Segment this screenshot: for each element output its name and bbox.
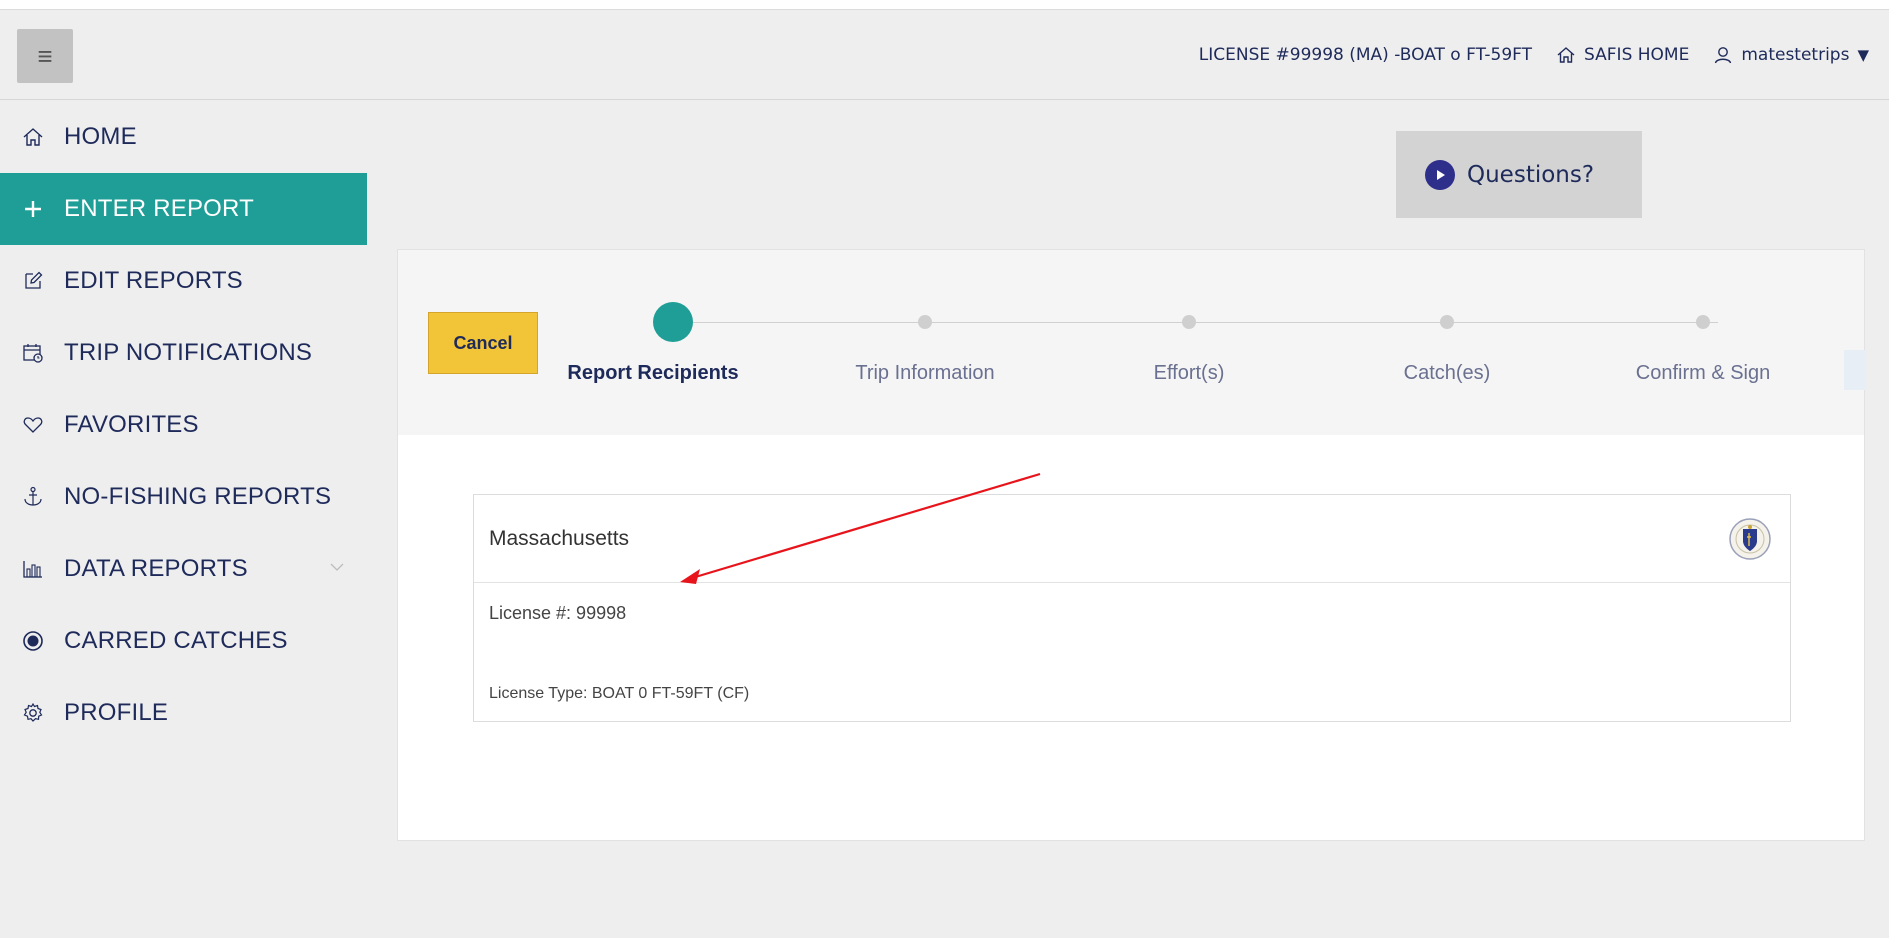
sidebar-item-no-fishing-reports[interactable]: NO-FISHING REPORTS [0, 461, 367, 533]
step-dot-trip-information[interactable] [918, 315, 932, 329]
step-dot-report-recipients[interactable] [653, 302, 693, 342]
sidebar-item-enter-report[interactable]: ENTER REPORT [0, 173, 367, 245]
anchor-icon [22, 486, 44, 508]
step-dot-confirm-sign[interactable] [1696, 315, 1710, 329]
report-panel: Cancel Report Recipients Trip Informatio… [397, 249, 1866, 841]
sidebar-item-home[interactable]: HOME [0, 101, 367, 173]
radio-dot-icon [22, 630, 44, 652]
home-icon [22, 126, 44, 148]
scroll-indicator[interactable] [1844, 350, 1866, 390]
hamburger-icon: ≡ [37, 41, 53, 71]
calendar-clock-icon [22, 342, 44, 364]
sidebar-item-label: HOME [64, 123, 137, 150]
recipient-state: Massachusetts [489, 526, 630, 550]
sidebar-item-trip-notifications[interactable]: TRIP NOTIFICATIONS [0, 317, 367, 389]
recipient-license-type: License Type: BOAT 0 FT-59FT (CF) [489, 685, 750, 702]
step-dot-catches[interactable] [1440, 315, 1454, 329]
questions-button[interactable]: Questions? [1396, 131, 1642, 218]
step-label-efforts[interactable]: Effort(s) [1154, 362, 1225, 385]
user-icon [1715, 47, 1732, 64]
recipient-card[interactable]: Massachusetts License #: 99998 License T… [473, 494, 1791, 722]
username-label: matestetrips [1741, 45, 1850, 65]
step-label-trip-information[interactable]: Trip Information [855, 362, 994, 385]
header-right: LICENSE #99998 (MA) -BOAT o FT-59FT SAFI… [1199, 10, 1869, 100]
dropdown-caret-icon: ▼ [1857, 46, 1869, 64]
heart-icon [22, 414, 44, 436]
safis-home-label: SAFIS HOME [1584, 45, 1690, 65]
sidebar-item-edit-reports[interactable]: EDIT REPORTS [0, 245, 367, 317]
menu-toggle-button[interactable]: ≡ [17, 29, 73, 83]
sidebar-item-label: FAVORITES [64, 411, 199, 438]
sidebar-item-label: PROFILE [64, 699, 169, 726]
stepper: Cancel Report Recipients Trip Informatio… [398, 250, 1866, 435]
sidebar-item-label: NO-FISHING REPORTS [64, 483, 332, 510]
step-dot-efforts[interactable] [1182, 315, 1196, 329]
sidebar-item-label: DATA REPORTS [64, 555, 248, 582]
sidebar-item-data-reports[interactable]: DATA REPORTS [0, 533, 367, 605]
massachusetts-seal-icon [1729, 518, 1771, 560]
sidebar-item-profile[interactable]: PROFILE [0, 677, 367, 749]
sidebar-item-label: TRIP NOTIFICATIONS [64, 339, 313, 366]
sidebar-item-label: EDIT REPORTS [64, 267, 243, 294]
step-label-confirm-sign[interactable]: Confirm & Sign [1636, 362, 1771, 385]
home-icon [1557, 47, 1575, 63]
play-icon [1425, 159, 1455, 190]
gear-icon [22, 702, 44, 724]
sidebar-item-carred-catches[interactable]: CARRED CATCHES [0, 605, 367, 677]
sidebar-item-label: CARRED CATCHES [64, 627, 288, 654]
edit-icon [22, 270, 44, 292]
safis-home-link[interactable]: SAFIS HOME [1556, 45, 1689, 65]
step-label-catches[interactable]: Catch(es) [1404, 362, 1491, 385]
plus-icon [22, 198, 44, 220]
sidebar: HOME ENTER REPORT EDIT REPORTS TRIP NOTI… [0, 101, 367, 749]
license-info: LICENSE #99998 (MA) -BOAT o FT-59FT [1198, 45, 1533, 65]
user-menu[interactable]: matestetrips ▼ [1713, 45, 1869, 65]
sidebar-item-label: ENTER REPORT [64, 195, 254, 222]
recipient-license: License #: 99998 [489, 603, 627, 623]
top-border [0, 0, 1889, 10]
cancel-button[interactable]: Cancel [428, 312, 538, 374]
bar-chart-icon [22, 558, 44, 580]
questions-label: Questions? [1467, 161, 1595, 188]
recipient-card-header: Massachusetts [474, 495, 1790, 583]
chevron-down-icon[interactable] [330, 559, 344, 575]
step-label-report-recipients[interactable]: Report Recipients [567, 362, 738, 385]
sidebar-item-favorites[interactable]: FAVORITES [0, 389, 367, 461]
